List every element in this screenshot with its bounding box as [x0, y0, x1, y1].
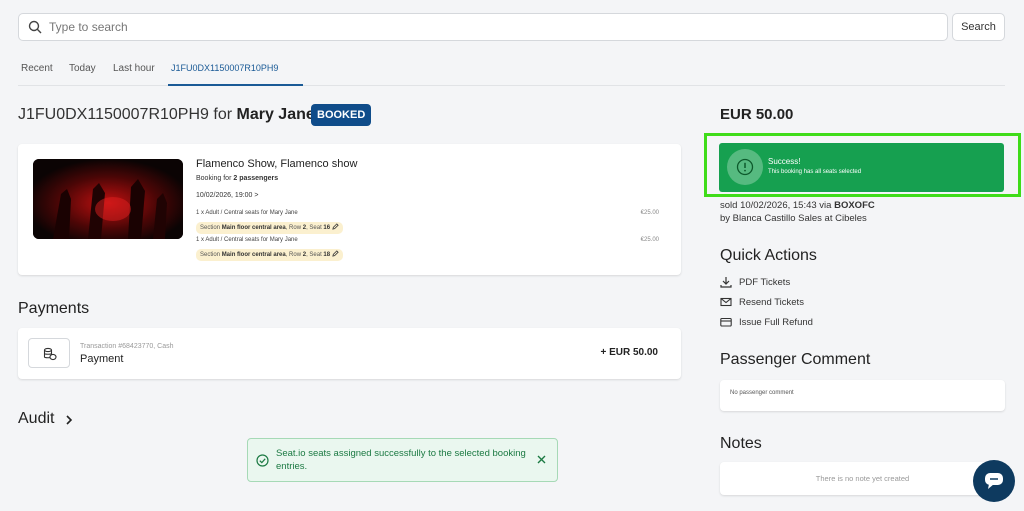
sold-prefix: sold 10/02/2026, 15:43 via — [720, 200, 835, 211]
pencil-icon[interactable] — [332, 223, 339, 230]
success-title: Success! — [768, 157, 801, 166]
ticket-passenger: Mary Jane — [269, 237, 298, 243]
tab-recent[interactable]: Recent — [21, 63, 53, 74]
action-label: Issue Full Refund — [739, 316, 813, 328]
pdf-tickets-action[interactable]: PDF Tickets — [720, 275, 790, 289]
search-bar[interactable] — [18, 13, 948, 41]
booking-for: Booking for 2 passengers — [196, 175, 278, 182]
pencil-icon[interactable] — [332, 250, 339, 257]
sold-info: sold 10/02/2026, 15:43 via BOXOFC by Bla… — [720, 199, 875, 225]
tab-booking[interactable]: J1FU0DX1150007R10PH9 — [171, 63, 278, 73]
tab-today[interactable]: Today — [69, 63, 96, 74]
sold-channel: BOXOFC — [834, 200, 875, 211]
success-toast: Seat.io seats assigned successfully to t… — [247, 438, 558, 482]
notes-empty-text: There is no note yet created — [815, 474, 910, 483]
active-tab-indicator — [168, 84, 303, 86]
audit-heading[interactable]: Audit — [18, 410, 54, 428]
row-prefix: , Row — [285, 225, 303, 231]
action-label: Resend Tickets — [739, 296, 804, 308]
alert-circle-icon — [727, 149, 763, 185]
payment-row[interactable]: Transaction #68423770, Cash Payment + EU… — [18, 328, 681, 379]
ticket-desc: 1 x Adult / Central seats for — [196, 210, 270, 216]
passenger-comment-heading: Passenger Comment — [720, 351, 871, 368]
payment-label: Payment — [80, 353, 124, 365]
transaction-id: Transaction #68423770, Cash — [80, 343, 174, 350]
passenger-comment-text: No passenger comment — [730, 390, 794, 396]
seat-number: 18 — [323, 252, 331, 258]
seat-prefix: , Seat — [306, 225, 324, 231]
resend-tickets-action[interactable]: Resend Tickets — [720, 295, 804, 309]
show-name: Flamenco Show, Flamenco show — [196, 158, 358, 170]
search-input[interactable] — [49, 14, 929, 40]
booking-total: EUR 50.00 — [720, 106, 794, 123]
close-icon[interactable] — [536, 454, 547, 465]
show-image — [33, 159, 183, 239]
seat-number: 16 — [323, 225, 331, 231]
credit-card-icon — [720, 317, 732, 327]
ticket-price: €25.00 — [640, 210, 659, 216]
passenger-comment-box: No passenger comment — [720, 380, 1005, 411]
sold-by: by Blanca Castillo Sales at Cibeles — [720, 213, 867, 224]
tab-last-hour[interactable]: Last hour — [113, 63, 155, 74]
chat-button[interactable] — [973, 460, 1015, 502]
chat-icon — [985, 473, 1003, 489]
section-name: Main floor central area — [221, 252, 286, 258]
check-circle-icon — [256, 454, 269, 467]
quick-actions-heading: Quick Actions — [720, 247, 817, 264]
section-prefix: Section — [200, 225, 222, 231]
booking-code: J1FU0DX1150007R10PH9 — [18, 106, 209, 123]
chevron-right-icon[interactable] — [65, 415, 73, 425]
ticket-passenger: Mary Jane — [269, 210, 298, 216]
success-alert: Success! This booking has all seats sele… — [719, 143, 1004, 192]
ticket-line: 1 x Adult / Central seats for Mary Jane — [196, 210, 298, 216]
seat-prefix: , Seat — [306, 252, 324, 258]
ticket-price: €25.00 — [640, 237, 659, 243]
notes-heading: Notes — [720, 435, 762, 452]
success-subtitle: This booking has all seats selected — [768, 169, 862, 175]
download-icon — [720, 277, 732, 288]
passenger-count: 2 passengers — [233, 175, 279, 182]
mail-icon — [720, 297, 732, 307]
action-label: PDF Tickets — [739, 276, 791, 288]
title-for: for — [208, 106, 237, 123]
coins-icon — [28, 338, 70, 368]
sold-line: sold 10/02/2026, 15:43 via BOXOFC — [720, 199, 875, 212]
page-title: J1FU0DX1150007R10PH9 for Mary Jane — [18, 106, 315, 124]
ticket-line: 1 x Adult / Central seats for Mary Jane — [196, 237, 298, 243]
tab-bar: Recent Today Last hour J1FU0DX1150007R10… — [18, 55, 1005, 86]
payments-heading: Payments — [18, 300, 90, 317]
seat-chip[interactable]: Section Main floor central area, Row 2, … — [196, 249, 343, 261]
section-prefix: Section — [200, 252, 222, 258]
notes-box: There is no note yet created — [720, 462, 1005, 495]
row-prefix: , Row — [285, 252, 303, 258]
toast-message: Seat.io seats assigned successfully to t… — [276, 448, 526, 472]
show-card: Flamenco Show, Flamenco show Booking for… — [18, 144, 681, 275]
issue-refund-action[interactable]: Issue Full Refund — [720, 315, 813, 329]
customer-name: Mary Jane — [236, 106, 315, 123]
payment-amount: + EUR 50.00 — [600, 347, 658, 358]
ticket-desc: 1 x Adult / Central seats for — [196, 237, 270, 243]
status-badge: BOOKED — [311, 104, 372, 126]
search-icon — [28, 20, 42, 34]
show-date-link[interactable]: 10/02/2026, 19:00 > — [196, 192, 258, 199]
seat-chip[interactable]: Section Main floor central area, Row 2, … — [196, 222, 343, 234]
booking-for-prefix: Booking for — [196, 175, 234, 182]
section-name: Main floor central area — [221, 225, 286, 231]
search-button[interactable]: Search — [952, 13, 1005, 41]
